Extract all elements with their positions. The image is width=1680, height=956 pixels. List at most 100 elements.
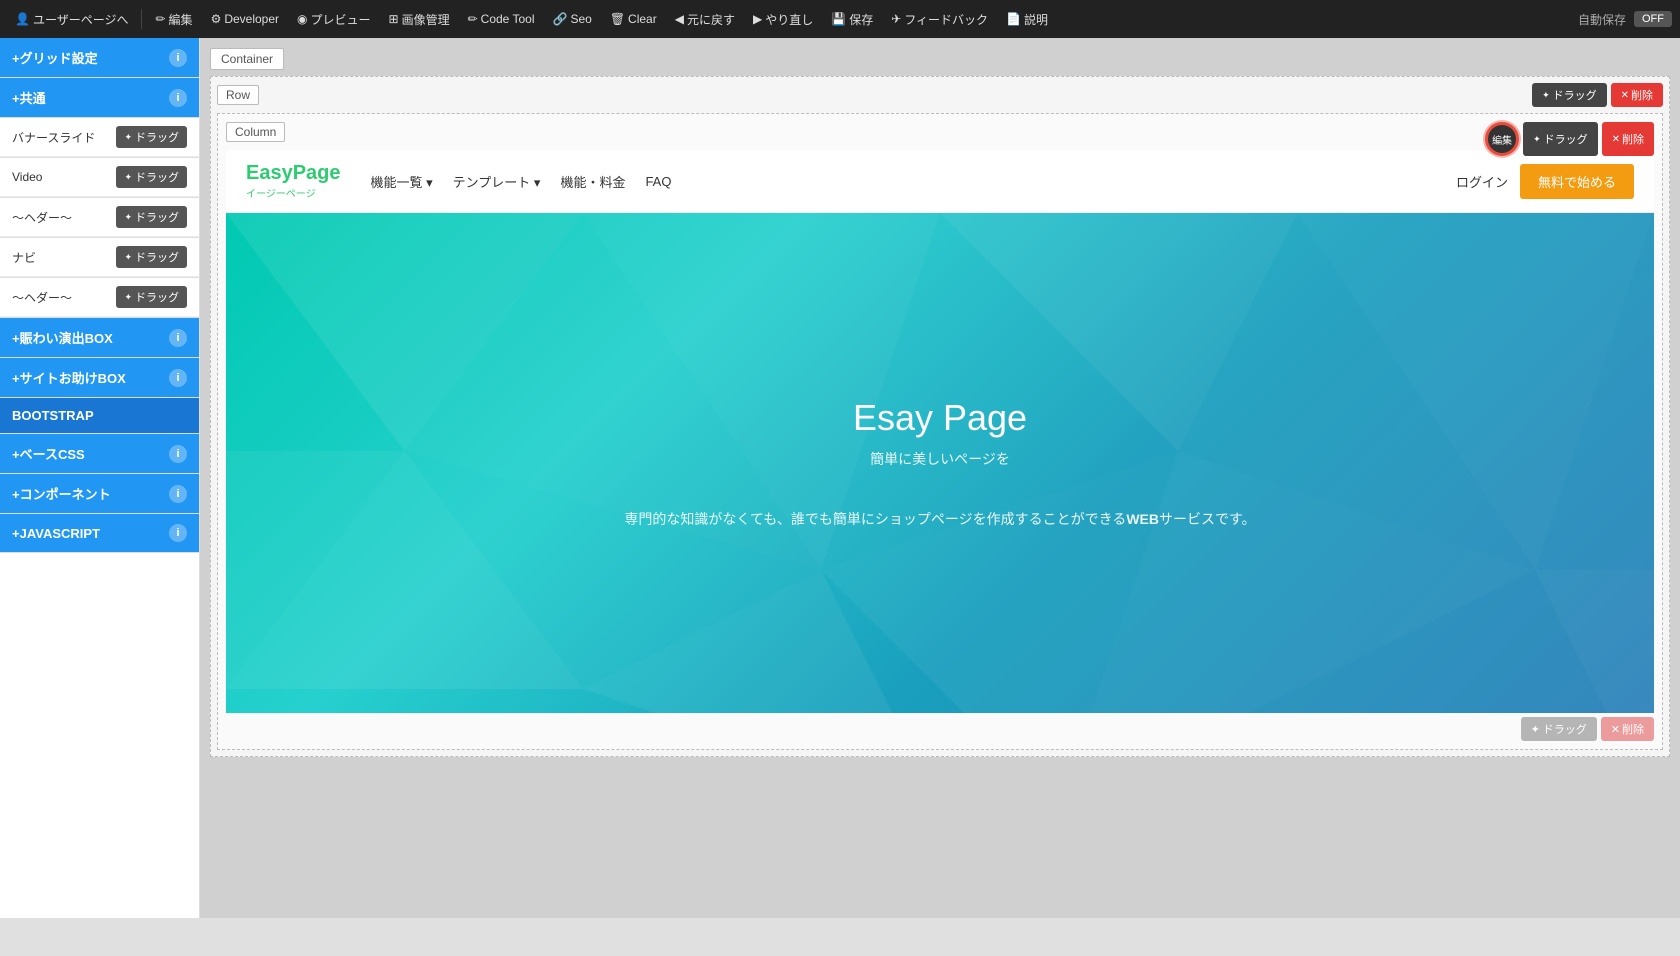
- toolbar-save[interactable]: 💾 保存: [824, 7, 880, 32]
- preview-icon: ◉: [297, 12, 307, 26]
- hero-section: Esay Page 簡単に美しいページを 専門的な知識がなくても、誰でも簡単にシ…: [226, 213, 1654, 713]
- toolbar-user-page[interactable]: 👤 ユーザーページへ: [8, 7, 135, 32]
- column-edit-button[interactable]: 編集: [1485, 122, 1519, 156]
- toolbar-seo[interactable]: 🔗 Seo: [546, 8, 599, 30]
- toolbar: 👤 ユーザーページへ ✏ 編集 ⚙ Developer ◉ プレビュー ⊞ 画像…: [0, 0, 1680, 38]
- toolbar-image-manage[interactable]: ⊞ 画像管理: [382, 7, 457, 32]
- sidebar-section-popup-box: +賑わい演出BOX i: [0, 318, 199, 358]
- header2-label: 〜ヘダー〜: [12, 289, 72, 306]
- toolbar-right: 自動保存 OFF: [1578, 11, 1672, 28]
- sidebar-header-common[interactable]: +共通 i: [0, 78, 199, 117]
- developer-icon: ⚙: [211, 12, 222, 26]
- popup-box-label: +賑わい演出BOX: [12, 328, 113, 347]
- sidebar-item-header2: 〜ヘダー〜 ドラッグ: [0, 278, 199, 317]
- row-wrapper: Row ドラッグ 削除 Column 編集: [210, 76, 1670, 757]
- toolbar-edit[interactable]: ✏ 編集: [148, 7, 199, 32]
- toolbar-redo[interactable]: ▶ やり直し: [746, 7, 820, 32]
- common-info-icon[interactable]: i: [169, 89, 187, 107]
- sidebar-section-javascript: +JAVASCRIPT i: [0, 514, 199, 553]
- redo-icon: ▶: [753, 12, 762, 26]
- sidebar-section-base-css: +ベースCSS i: [0, 434, 199, 474]
- popup-box-info-icon[interactable]: i: [169, 329, 187, 347]
- nav-link-templates[interactable]: テンプレート: [453, 172, 541, 191]
- toolbar-code-tool[interactable]: ✏ Code Tool: [461, 8, 542, 30]
- base-css-label: +ベースCSS: [12, 444, 85, 463]
- inner-delete-btn[interactable]: ✕ 削除: [1601, 717, 1654, 741]
- nav-cta-btn[interactable]: 無料で始める: [1520, 164, 1634, 199]
- code-icon: ✏: [468, 12, 478, 26]
- sidebar-item-video: Video ドラッグ: [0, 158, 199, 197]
- sidebar-header-grid[interactable]: +グリッド設定 i: [0, 38, 199, 77]
- column-label: Column: [226, 122, 285, 142]
- sidebar-header-bootstrap[interactable]: BOOTSTRAP: [0, 398, 199, 433]
- seo-icon: 🔗: [553, 12, 568, 26]
- row-delete-button[interactable]: 削除: [1611, 83, 1663, 107]
- sidebar-section-component: +コンポーネント i: [0, 474, 199, 514]
- video-label: Video: [12, 170, 42, 184]
- edit-icon: ✏: [155, 12, 165, 26]
- sidebar-section-site-help: +サイトお助けBOX i: [0, 358, 199, 398]
- brand-sub: イージーページ: [246, 185, 341, 200]
- header2-drag-btn[interactable]: ドラッグ: [116, 286, 187, 308]
- toolbar-developer[interactable]: ⚙ Developer: [204, 8, 286, 30]
- column-delete-button[interactable]: 削除: [1602, 122, 1654, 156]
- row-drag-button[interactable]: ドラッグ: [1532, 83, 1607, 107]
- undo-icon: ◀: [675, 12, 684, 26]
- site-help-info-icon[interactable]: i: [169, 369, 187, 387]
- toolbar-description[interactable]: 📄 説明: [999, 7, 1055, 32]
- hero-description: 専門的な知識がなくても、誰でも簡単にショップページを作成することができるWEBサ…: [604, 509, 1275, 529]
- component-info-icon[interactable]: i: [169, 485, 187, 503]
- sidebar-section-header2: 〜ヘダー〜 ドラッグ: [0, 278, 199, 318]
- sidebar-header-popup-box[interactable]: +賑わい演出BOX i: [0, 318, 199, 357]
- toolbar-clear[interactable]: 🗑 Clear: [603, 8, 664, 30]
- brand-name: EasyPage: [246, 162, 341, 184]
- brand: EasyPage イージーページ: [246, 162, 341, 200]
- feedback-icon: ✈: [891, 12, 901, 26]
- javascript-info-icon[interactable]: i: [169, 524, 187, 542]
- nav-link-pricing[interactable]: 機能・料金: [560, 172, 625, 191]
- save-icon: 💾: [831, 12, 846, 26]
- hero-subtitle: 簡単に美しいページを: [870, 449, 1010, 469]
- base-css-info-icon[interactable]: i: [169, 445, 187, 463]
- autosave-toggle[interactable]: OFF: [1634, 11, 1672, 27]
- sidebar-section-video: Video ドラッグ: [0, 158, 199, 198]
- column-actions: 編集 ドラッグ 削除: [1485, 122, 1654, 156]
- navbar-preview: EasyPage イージーページ 機能一覧 テンプレート 機能・料金 FAQ ロ…: [226, 150, 1654, 213]
- image-icon: ⊞: [389, 12, 399, 26]
- main-content: Container Row ドラッグ 削除 Column: [200, 38, 1680, 918]
- toolbar-feedback[interactable]: ✈ フィードバック: [884, 7, 995, 32]
- nav-link-faq[interactable]: FAQ: [645, 174, 671, 189]
- sidebar-section-grid: +グリッド設定 i: [0, 38, 199, 78]
- grid-info-icon[interactable]: i: [169, 49, 187, 67]
- row-actions: ドラッグ 削除: [1532, 83, 1663, 107]
- navi-drag-btn[interactable]: ドラッグ: [116, 246, 187, 268]
- nav-link-features[interactable]: 機能一覧: [371, 172, 433, 191]
- sidebar-item-navi: ナビ ドラッグ: [0, 238, 199, 277]
- row-header: Row ドラッグ 削除: [217, 83, 1663, 107]
- navi-label: ナビ: [12, 249, 36, 266]
- toolbar-undo[interactable]: ◀ 元に戻す: [668, 7, 742, 32]
- sidebar-item-header1: 〜ヘダー〜 ドラッグ: [0, 198, 199, 237]
- javascript-label: +JAVASCRIPT: [12, 526, 100, 541]
- sidebar-header-base-css[interactable]: +ベースCSS i: [0, 434, 199, 473]
- site-help-label: +サイトお助けBOX: [12, 368, 126, 387]
- sidebar-header-component[interactable]: +コンポーネント i: [0, 474, 199, 513]
- header1-label: 〜ヘダー〜: [12, 209, 72, 226]
- sidebar-header-site-help[interactable]: +サイトお助けBOX i: [0, 358, 199, 397]
- sidebar-section-header1: 〜ヘダー〜 ドラッグ: [0, 198, 199, 238]
- sidebar-header-javascript[interactable]: +JAVASCRIPT i: [0, 514, 199, 552]
- clear-icon: 🗑: [610, 12, 625, 26]
- inner-drag-btn[interactable]: ✦ ドラッグ: [1521, 717, 1597, 741]
- column-wrapper: Column 編集 ドラッグ 削除 Ea: [217, 113, 1663, 750]
- banner-drag-btn[interactable]: ドラッグ: [116, 126, 187, 148]
- bootstrap-label: BOOTSTRAP: [12, 408, 94, 423]
- column-header: Column: [226, 122, 1654, 142]
- sidebar-section-banner: バナースライド ドラッグ: [0, 118, 199, 158]
- nav-login-btn[interactable]: ログイン: [1456, 172, 1508, 191]
- toolbar-preview[interactable]: ◉ プレビュー: [290, 7, 378, 32]
- header1-drag-btn[interactable]: ドラッグ: [116, 206, 187, 228]
- grid-label: +グリッド設定: [12, 48, 98, 67]
- column-drag-button[interactable]: ドラッグ: [1523, 122, 1598, 156]
- video-drag-btn[interactable]: ドラッグ: [116, 166, 187, 188]
- sidebar: +グリッド設定 i +共通 i バナースライド ドラッグ Video ドラッ: [0, 38, 200, 918]
